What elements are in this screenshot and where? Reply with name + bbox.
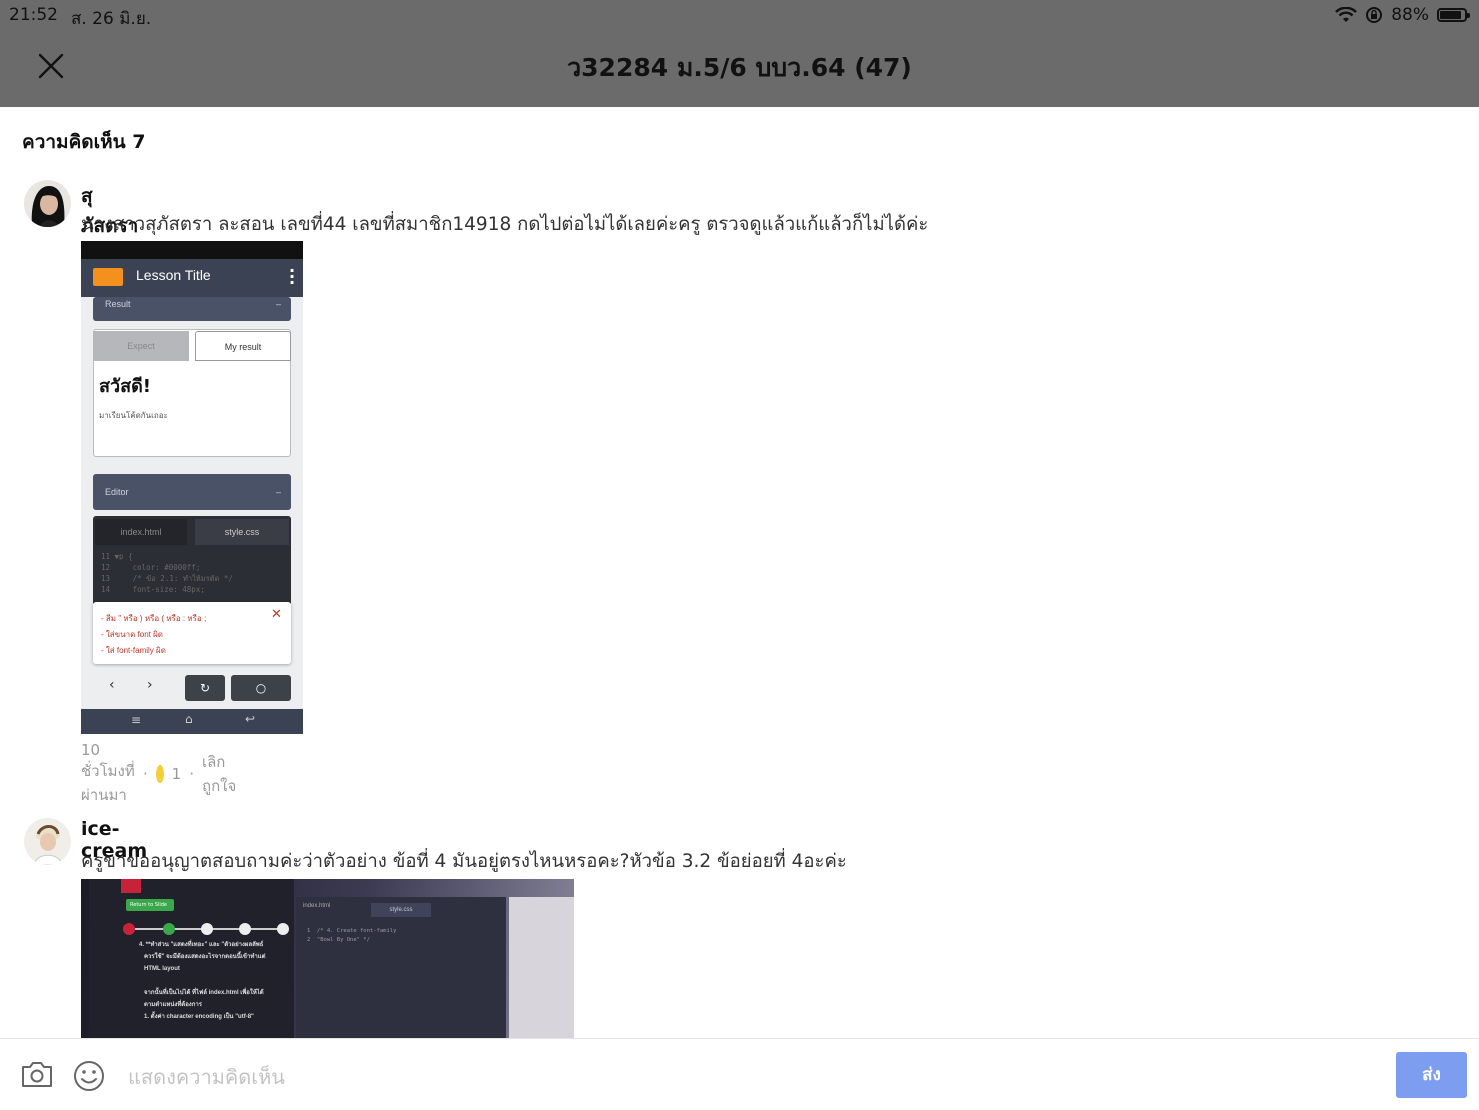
file-tab-style: style.css [371,903,431,917]
smile-reaction-icon[interactable] [155,765,164,783]
status-date: ส. 26 มิ.ย. [71,9,152,29]
file-tab-index: index.html [303,903,331,909]
tab-expect: Expect [93,331,189,361]
phone-nav-bar: ≡ ⌂ ↩ [81,709,303,734]
code-lines: 1 /* 4. Create font-family 2 "Bowl By On… [307,928,397,943]
send-button[interactable]: ส่ง [1396,1052,1467,1098]
app-title: Lesson Title [136,267,211,283]
app-logo [93,268,123,286]
separator-dot: · [189,765,194,783]
separator-dot: · [143,765,148,783]
logo-mark [121,879,141,893]
comments-heading: ความคิดเห็น 7 [22,131,146,153]
progress-step [163,923,175,935]
status-indicators: 88% [1335,5,1470,25]
error-line: - สีม " หรือ ) หรือ ( หรือ : หรือ ; [101,614,207,623]
status-time: 21:52 [9,5,58,25]
progress-step [123,923,135,935]
unlike-button[interactable]: เลิกถูกใจ [202,750,236,798]
code-lines: 11 ▼p { 12 color: #0000ff; 13 /* ข้อ 2.1… [101,552,233,594]
back-icon: ↩ [245,712,256,726]
battery-icon [1437,8,1470,22]
instruction-text: 4. **ทำส่วน "แสดงที่เทอะ" และ "ตัวอย่างผ… [139,942,266,1020]
editor-label: Editor [105,487,129,497]
page-title: ว32284 ม.5/6 บบว.64 (47) [567,53,912,82]
comment-input[interactable] [126,1061,1380,1093]
refresh-icon: ↻ [185,675,225,701]
run-icon: ○ [231,675,291,701]
close-icon: ✕ [271,607,282,622]
comment-meta: 10 ชั่วโมงที่ผ่านมา · 1 · เลิกถูกใจ [81,741,236,807]
more-icon: · · · [289,261,296,292]
status-bar: 21:52 ส. 26 มิ.ย. 88% [0,0,1479,30]
home-icon: ⌂ [185,712,193,726]
avatar[interactable] [24,180,71,227]
progress-step [277,923,289,935]
file-tab-index: index.html [95,519,187,545]
battery-fill [1440,11,1461,19]
comment-attachment-image[interactable]: Return to Slide 4. **ทำส่วน "แสดงที่เทอะ… [81,879,574,1038]
battery-percent: 88% [1391,5,1429,25]
menu-icon: ≡ [131,713,142,727]
result-bar: Result – [93,297,291,321]
top-bar: 21:52 ส. 26 มิ.ย. 88% ว32284 ม.5/6 บบว.6… [0,0,1479,107]
progress-step [201,923,213,935]
chevron-right-icon: › [147,677,153,693]
result-label: Result [105,299,131,309]
comment-text: นางสาวสุภัสตรา ละสอน เลขที่44 เลขที่สมาช… [81,214,929,235]
collapse-icon: – [275,487,281,497]
comment-text: ครูขาขออนุญาตสอบถามค่ะว่าตัวอย่าง ข้อที่… [81,851,847,872]
collapse-icon: – [275,299,281,309]
return-button: Return to Slide [126,899,174,911]
preview-heading: สวัสดี! [99,376,151,397]
error-line: - ใส่ font-family ผิด [101,646,166,655]
preview-subtext: มาเรียนโค้ดกันเถอะ [99,411,168,420]
emoji-icon[interactable] [72,1059,106,1093]
progress-step [239,923,251,935]
code-editor [296,897,506,1038]
phone-status-bar [81,241,303,259]
camera-icon[interactable] [20,1059,54,1089]
comment-attachment-image[interactable]: Lesson Title · · · Result – Expect My resu… [81,241,303,734]
error-line: - ใส่ขนาด font ผิด [101,630,163,639]
reaction-count: 1 [171,765,182,783]
chevron-left-icon: ‹ [109,677,115,693]
comment-input-bar: ส่ง [0,1038,1479,1110]
return-button-label: Return to Slide [130,902,167,908]
orientation-lock-icon [1366,7,1383,23]
tab-my-result: My result [195,331,291,361]
preview-panel [509,897,574,1038]
file-tab-style: style.css [195,519,289,545]
wifi-icon [1335,7,1358,22]
editor-bar: Editor – [93,474,291,510]
avatar[interactable] [24,818,71,865]
comment-time: 10 ชั่วโมงที่ผ่านมา [81,741,135,804]
